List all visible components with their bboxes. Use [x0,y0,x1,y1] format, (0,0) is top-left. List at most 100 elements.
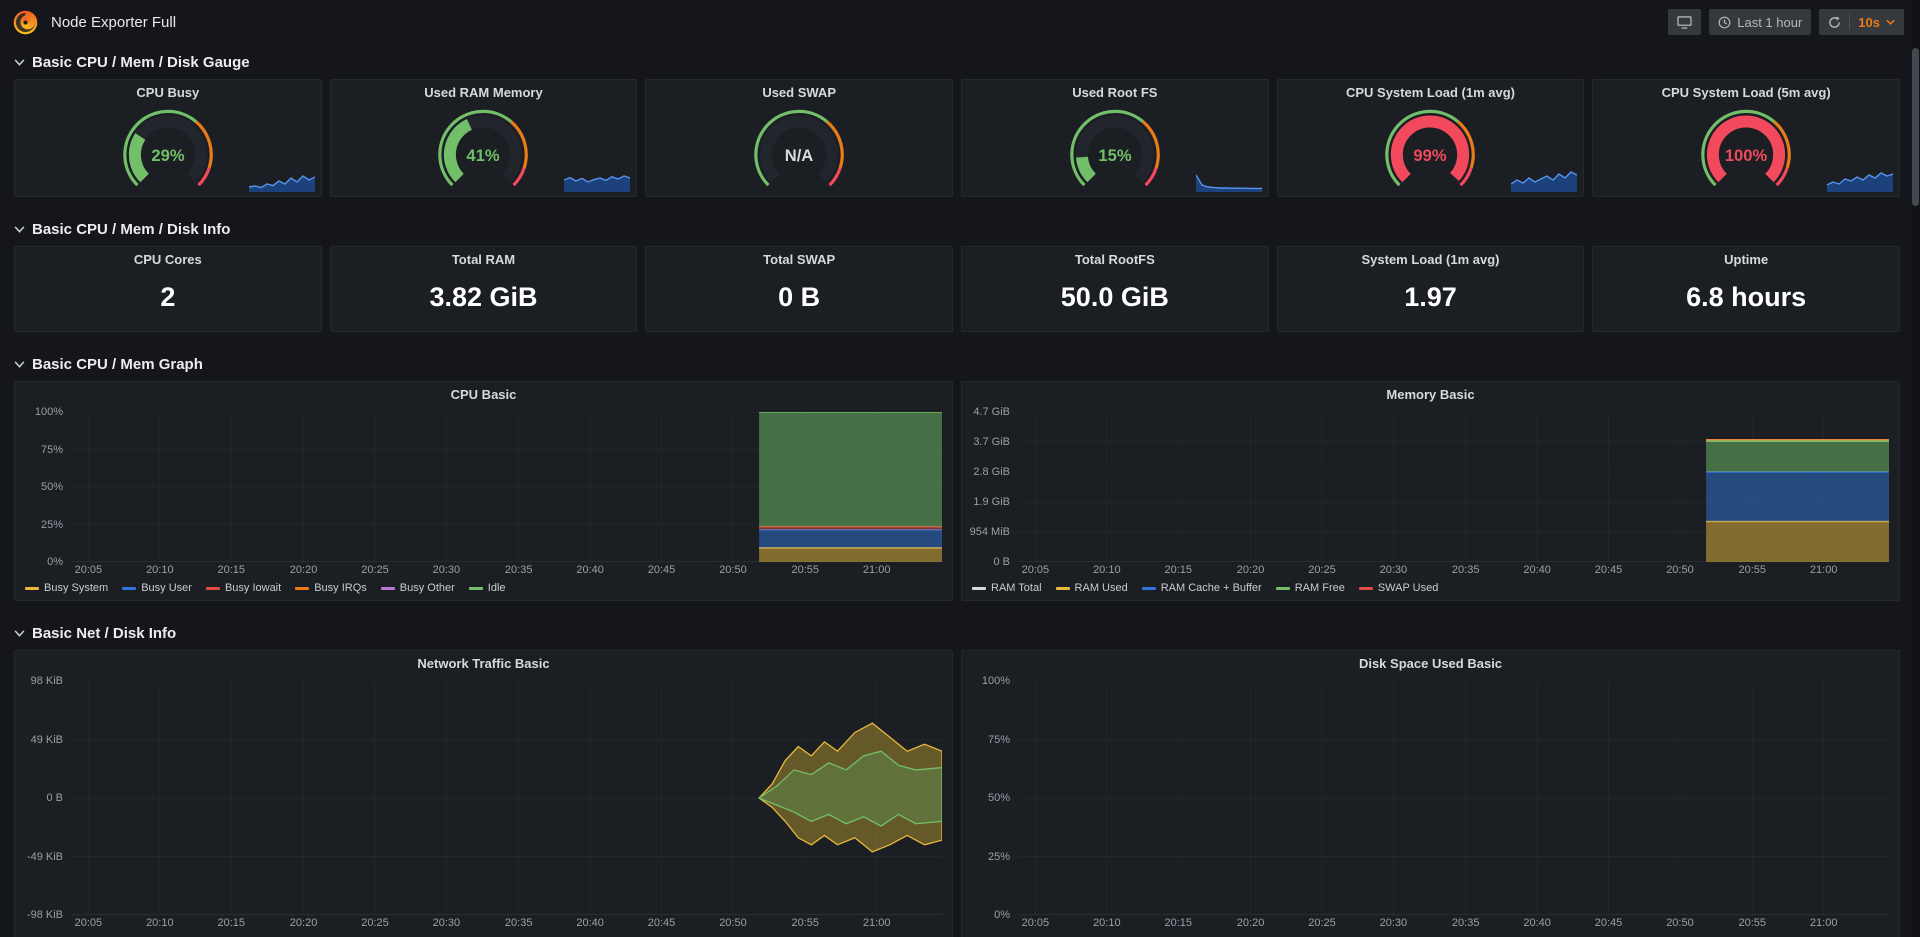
legend-item[interactable]: Busy Iowait [205,582,282,594]
y-axis-tick-label: 25% [987,850,1010,863]
panel-title[interactable]: Total RootFS [962,247,1268,271]
x-axis-tick-label: 20:45 [1594,917,1623,929]
panel-title[interactable]: CPU System Load (5m avg) [1593,80,1899,104]
x-axis-tick-label: 20:25 [361,564,389,576]
panel-title[interactable]: Uptime [1593,247,1899,271]
y-axis-tick-label: 0% [994,909,1010,921]
panel-title[interactable]: Used SWAP [646,80,952,104]
y-axis: -98 KiB -49 KiB 0 B 49 KiB 98 KiB [15,675,71,921]
legend-item[interactable]: RAM Total [972,582,1042,594]
legend-item[interactable]: Busy System [25,582,108,594]
cycle-view-button[interactable] [1668,9,1702,35]
panel-title[interactable]: Total RAM [331,247,637,271]
legend-item[interactable]: SWAP Used [1358,582,1439,594]
legend-label: Busy Other [399,582,455,594]
panel-network-traffic: Network Traffic Basic -98 KiB -49 KiB 0 B 4… [14,650,953,937]
legend-swatch [972,586,986,590]
section-header-info[interactable]: Basic CPU / Mem / Disk Info [0,211,1920,246]
time-range-picker[interactable]: Last 1 hour [1709,9,1812,35]
chart-plot[interactable] [1018,412,1889,562]
legend-label: SWAP Used [1377,582,1439,594]
x-axis-tick-label: 20:40 [1523,917,1551,929]
x-axis-tick-label: 20:15 [217,917,246,929]
chevron-down-icon [14,59,25,66]
grafana-logo[interactable] [12,9,39,36]
legend-swatch [1358,586,1373,590]
legend-label: Busy IRQs [314,582,367,594]
x-axis-tick-label: 20:05 [74,564,103,576]
legend-item[interactable]: Idle [468,582,506,594]
legend-label: Busy User [141,582,192,594]
x-axis-tick-label: 20:35 [1451,564,1480,576]
panel-title[interactable]: CPU Basic [15,382,952,406]
x-axis-tick-label: 20:30 [432,564,461,576]
chart-plot[interactable] [1018,681,1889,915]
chevron-down-icon [14,630,25,637]
x-axis-tick-label: 20:30 [432,917,461,929]
gauge: 15% [962,104,1268,196]
x-axis-tick-label: 20:25 [1308,564,1336,576]
panel-title[interactable]: CPU Cores [15,247,321,271]
x-axis-tick-label: 20:50 [1666,917,1694,929]
panel-title[interactable]: Network Traffic Basic [15,651,952,675]
svg-text:41%: 41% [467,146,500,165]
gauge-arc: N/A [754,109,844,187]
section-title: Basic CPU / Mem / Disk Gauge [32,54,250,71]
x-axis: 20:05 20:10 20:15 20:20 20:25 20:30 20:35 20:40… [71,562,942,579]
gauge-arc: 41% [438,109,529,187]
refresh-icon [1829,15,1841,28]
panel-title[interactable]: Used RAM Memory [331,80,637,104]
x-axis-tick-label: 20:15 [217,564,246,576]
panel-title[interactable]: System Load (1m avg) [1278,247,1584,271]
legend-swatch [380,586,395,590]
divider [1849,14,1851,30]
panel-title[interactable]: Total SWAP [646,247,952,271]
x-axis-tick-label: 21:00 [1809,917,1838,929]
x-axis: 20:05 20:10 20:15 20:20 20:25 20:30 20:35 20:40… [71,915,942,932]
legend-item[interactable]: RAM Free [1275,582,1345,594]
panel-title[interactable]: CPU Busy [15,80,321,104]
stat-value: 0 B [778,281,821,312]
x-axis-tick-label: 20:35 [504,564,533,576]
panel-title[interactable]: CPU System Load (1m avg) [1278,80,1584,104]
legend-swatch [122,586,137,590]
y-axis-tick-label: 75% [987,733,1010,746]
section-header-gauge[interactable]: Basic CPU / Mem / Disk Gauge [0,44,1920,79]
page-scrollbar [1911,0,1920,937]
panel-title[interactable]: Used Root FS [962,80,1268,104]
panel-title[interactable]: Disk Space Used Basic [962,651,1899,675]
x-axis-tick-label: 20:40 [576,564,604,576]
x-axis-tick-label: 20:25 [1308,917,1336,929]
legend-item[interactable]: RAM Cache + Buffer [1141,582,1262,594]
chevron-down-icon [14,226,25,233]
legend-swatch [468,586,483,590]
legend-label: RAM Used [1074,582,1128,594]
gauge: N/A [646,104,952,196]
chart-plot[interactable] [71,681,942,915]
x-axis-tick-label: 20:35 [504,917,533,929]
legend-item[interactable]: Busy IRQs [295,582,367,594]
panel-memory-basic: Memory Basic 0 B 954 MiB 1.9 GiB 2.8 GiB 3.7… [961,381,1900,601]
panel-load-1m: CPU System Load (1m avg) 99% [1276,79,1585,197]
panel-load-5m: CPU System Load (5m avg) 100% [1592,79,1900,197]
stat-value: 6.8 hours [1686,281,1807,312]
y-axis-tick-label: 75% [40,443,63,456]
legend-item[interactable]: Busy User [122,582,192,594]
y-axis-tick-label: 49 KiB [30,733,63,746]
x-axis-tick-label: 20:10 [146,564,174,576]
section-header-net[interactable]: Basic Net / Disk Info [0,615,1920,650]
section-header-graph[interactable]: Basic CPU / Mem Graph [0,346,1920,381]
stat-value: 50.0 GiB [1060,281,1169,312]
panel-title[interactable]: Memory Basic [962,382,1899,406]
legend-item[interactable]: Busy Other [380,582,455,594]
legend-swatch [1141,586,1156,590]
legend-label: Busy Iowait [224,582,282,594]
chart-plot[interactable] [71,412,942,562]
svg-text:N/A: N/A [785,146,814,165]
legend-item[interactable]: RAM Used [1055,582,1128,594]
x-axis-tick-label: 21:00 [862,917,891,929]
legend-swatch [1055,586,1070,590]
scrollbar-thumb[interactable] [1912,48,1919,206]
refresh-picker[interactable]: 10s [1819,9,1904,35]
sparkline [564,175,631,192]
